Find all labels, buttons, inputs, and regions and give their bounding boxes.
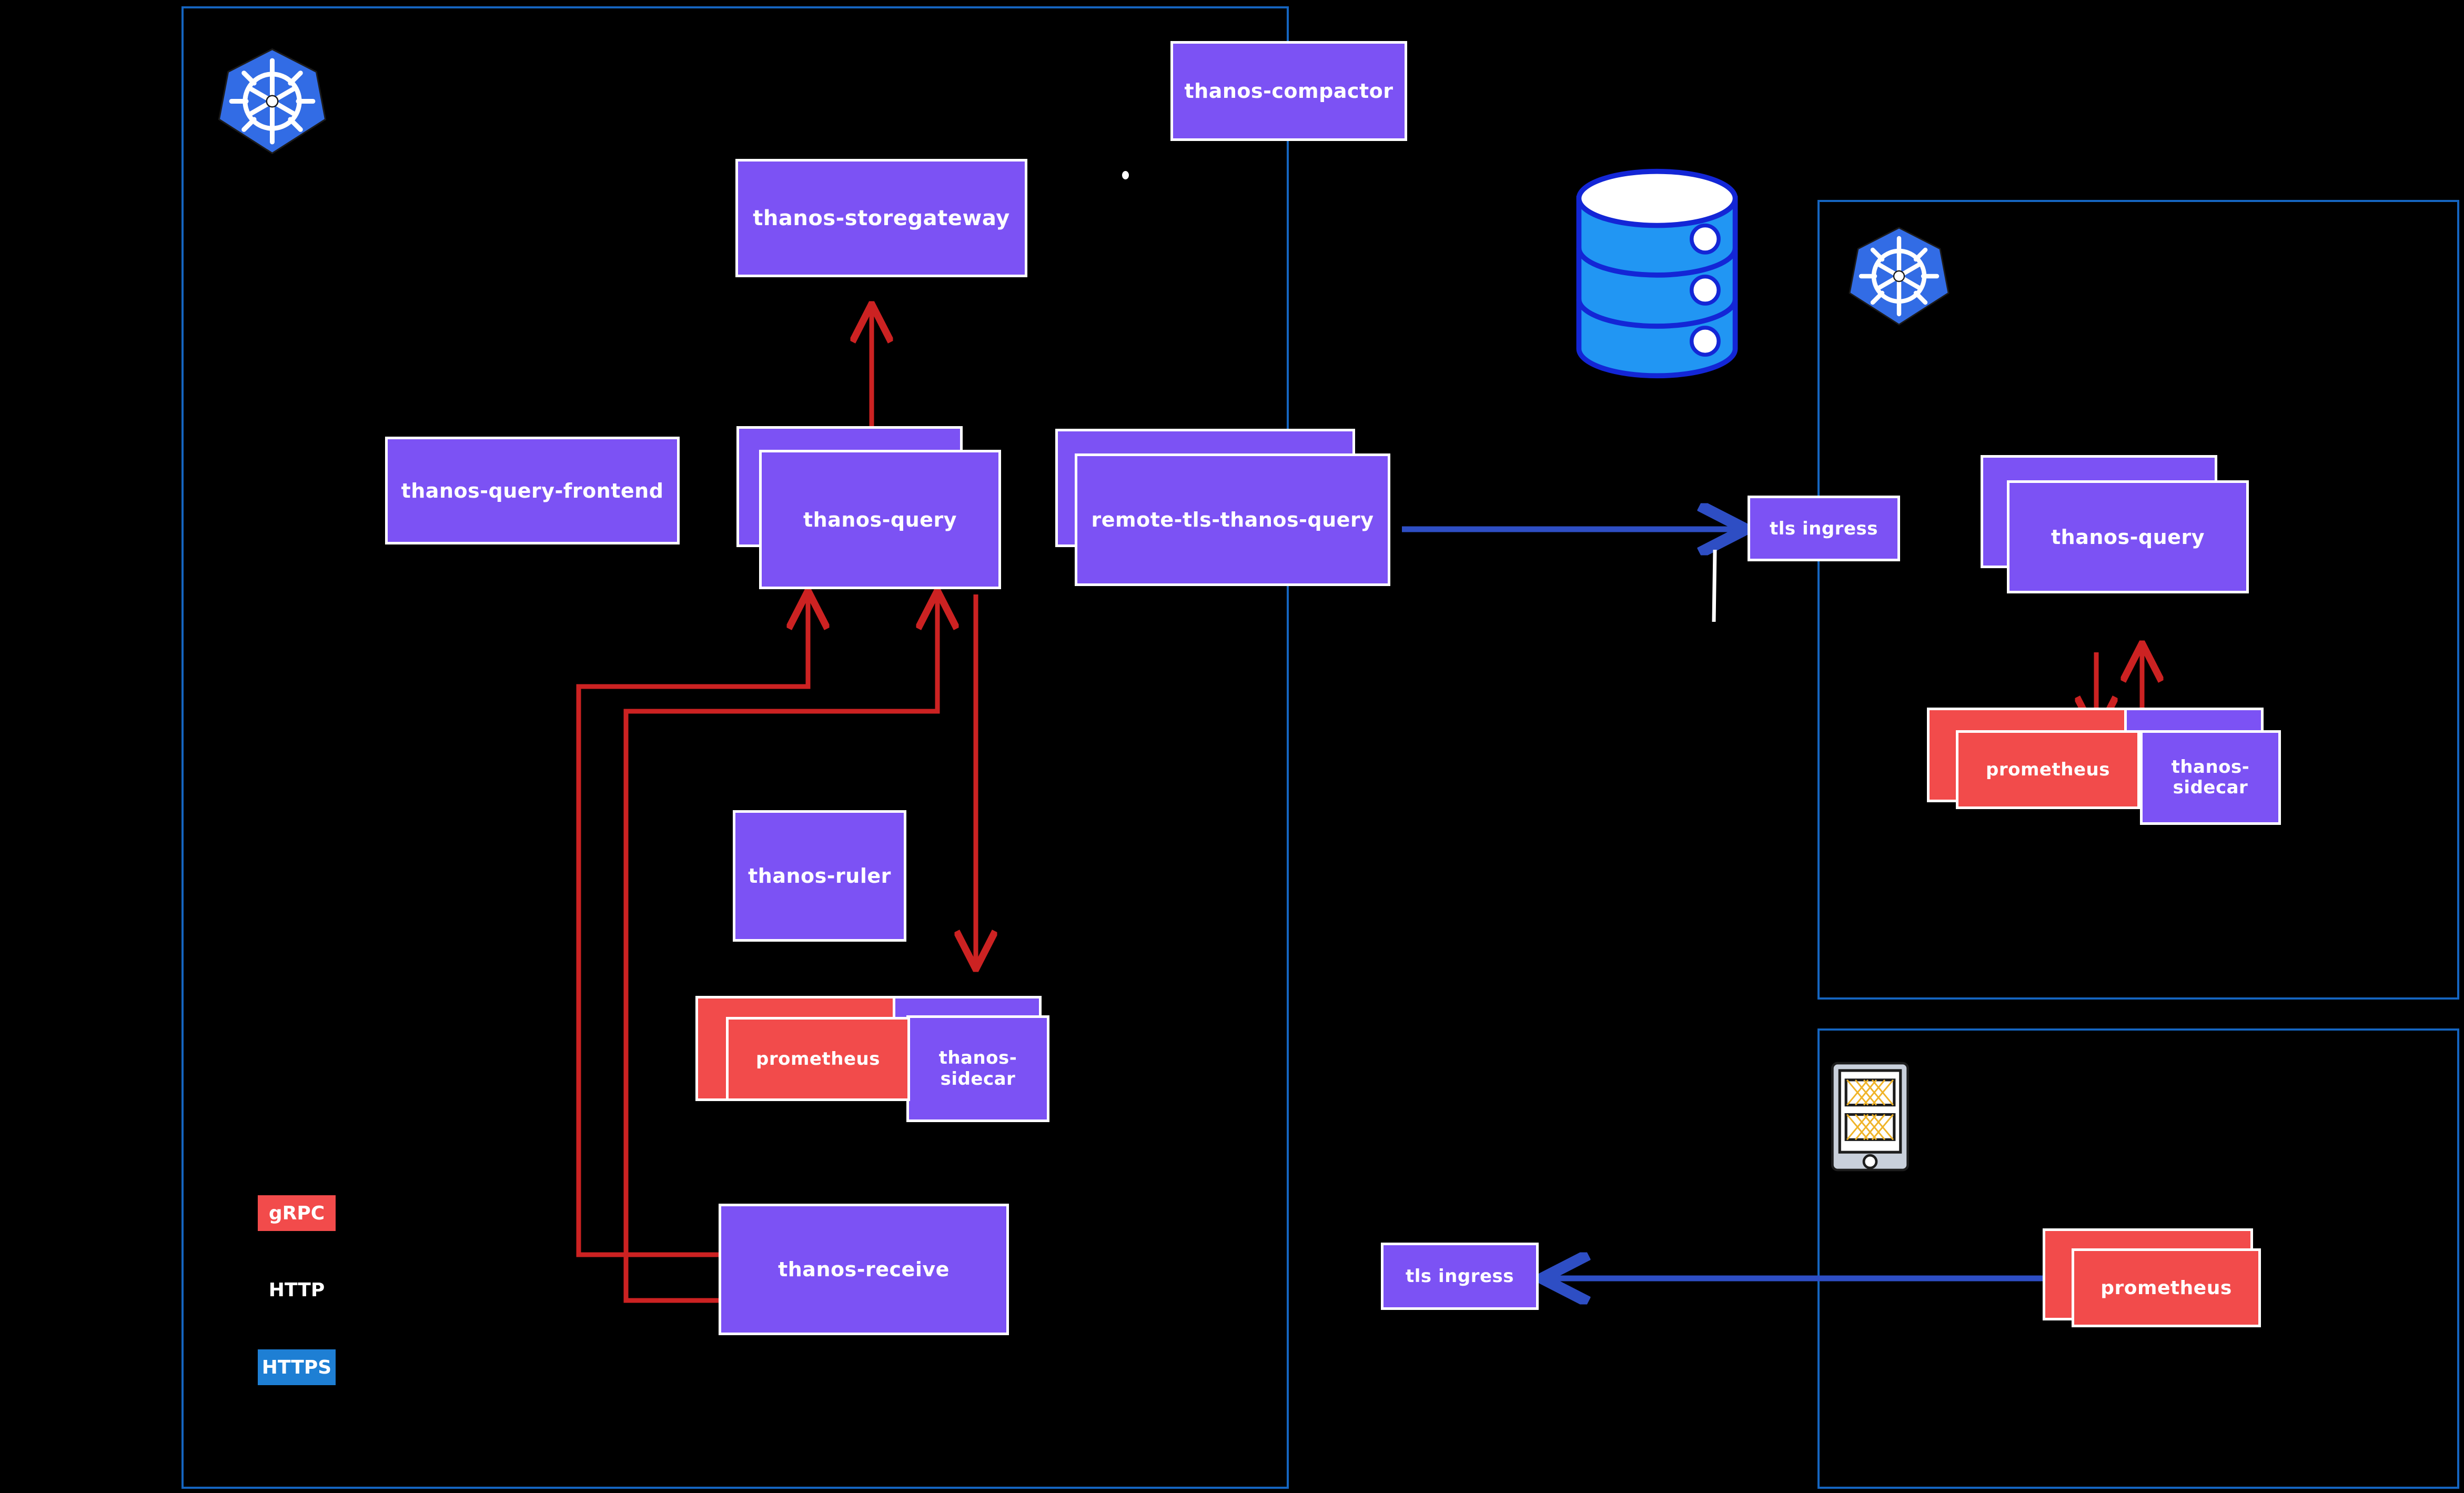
node-thanos-compactor[interactable]: thanos-compactor — [1170, 41, 1407, 141]
node-prometheus-remote[interactable]: prometheus — [1956, 730, 2140, 809]
node-tls-ingress-bottom[interactable]: tls ingress — [1381, 1243, 1539, 1310]
node-label: thanos-sidecar — [2171, 756, 2250, 798]
node-prometheus-edge[interactable]: prometheus — [2072, 1248, 2261, 1327]
node-label: remote-tls-thanos-query — [1091, 508, 1374, 531]
node-label: prometheus — [756, 1048, 880, 1070]
node-label: thanos-ruler — [748, 864, 891, 887]
node-tls-ingress-top[interactable]: tls ingress — [1748, 496, 1900, 561]
kubernetes-icon-remote — [1846, 224, 1952, 329]
legend-label: gRPC — [268, 1202, 325, 1224]
node-label: thanos-query-frontend — [401, 479, 664, 502]
node-label: tls ingress — [1770, 518, 1878, 539]
node-label: tls ingress — [1406, 1266, 1514, 1287]
node-label: thanos-query — [2051, 525, 2205, 549]
legend-item-grpc: gRPC — [258, 1195, 336, 1231]
node-label: thanos-query — [803, 508, 957, 531]
node-label: thanos-compactor — [1184, 79, 1393, 103]
node-label: prometheus — [1986, 759, 2110, 780]
object-storage-database-icon — [1565, 168, 1749, 379]
node-thanos-sidecar-remote[interactable]: thanos-sidecar — [2140, 730, 2281, 825]
sketch-dot — [1122, 171, 1129, 179]
mobile-device-icon — [1828, 1060, 1912, 1173]
legend-item-http: HTTP — [258, 1272, 336, 1308]
node-label: prometheus — [2101, 1277, 2232, 1299]
legend-item-https: HTTPS — [258, 1349, 336, 1385]
sketch-tick-mark — [1712, 549, 1717, 622]
node-thanos-query-primary[interactable]: thanos-query — [759, 450, 1001, 589]
node-prometheus-primary[interactable]: prometheus — [726, 1017, 910, 1101]
node-label: thanos-storegateway — [753, 206, 1010, 230]
kubernetes-icon-primary — [216, 45, 329, 158]
node-remote-tls-thanos-query[interactable]: remote-tls-thanos-query — [1075, 453, 1390, 586]
node-thanos-storegateway[interactable]: thanos-storegateway — [735, 159, 1027, 277]
node-thanos-receive[interactable]: thanos-receive — [719, 1204, 1009, 1335]
node-thanos-query-frontend[interactable]: thanos-query-frontend — [385, 437, 680, 544]
node-thanos-sidecar-primary[interactable]: thanos-sidecar — [906, 1015, 1049, 1122]
legend-label: HTTP — [268, 1279, 325, 1301]
legend-label: HTTPS — [261, 1356, 332, 1378]
node-thanos-ruler[interactable]: thanos-ruler — [733, 810, 906, 942]
node-label: thanos-sidecar — [938, 1047, 1017, 1090]
node-label: thanos-receive — [778, 1258, 950, 1281]
node-thanos-query-remote[interactable]: thanos-query — [2007, 480, 2249, 593]
diagram-canvas: thanos-compactor thanos-storegateway tha… — [0, 0, 2464, 1493]
